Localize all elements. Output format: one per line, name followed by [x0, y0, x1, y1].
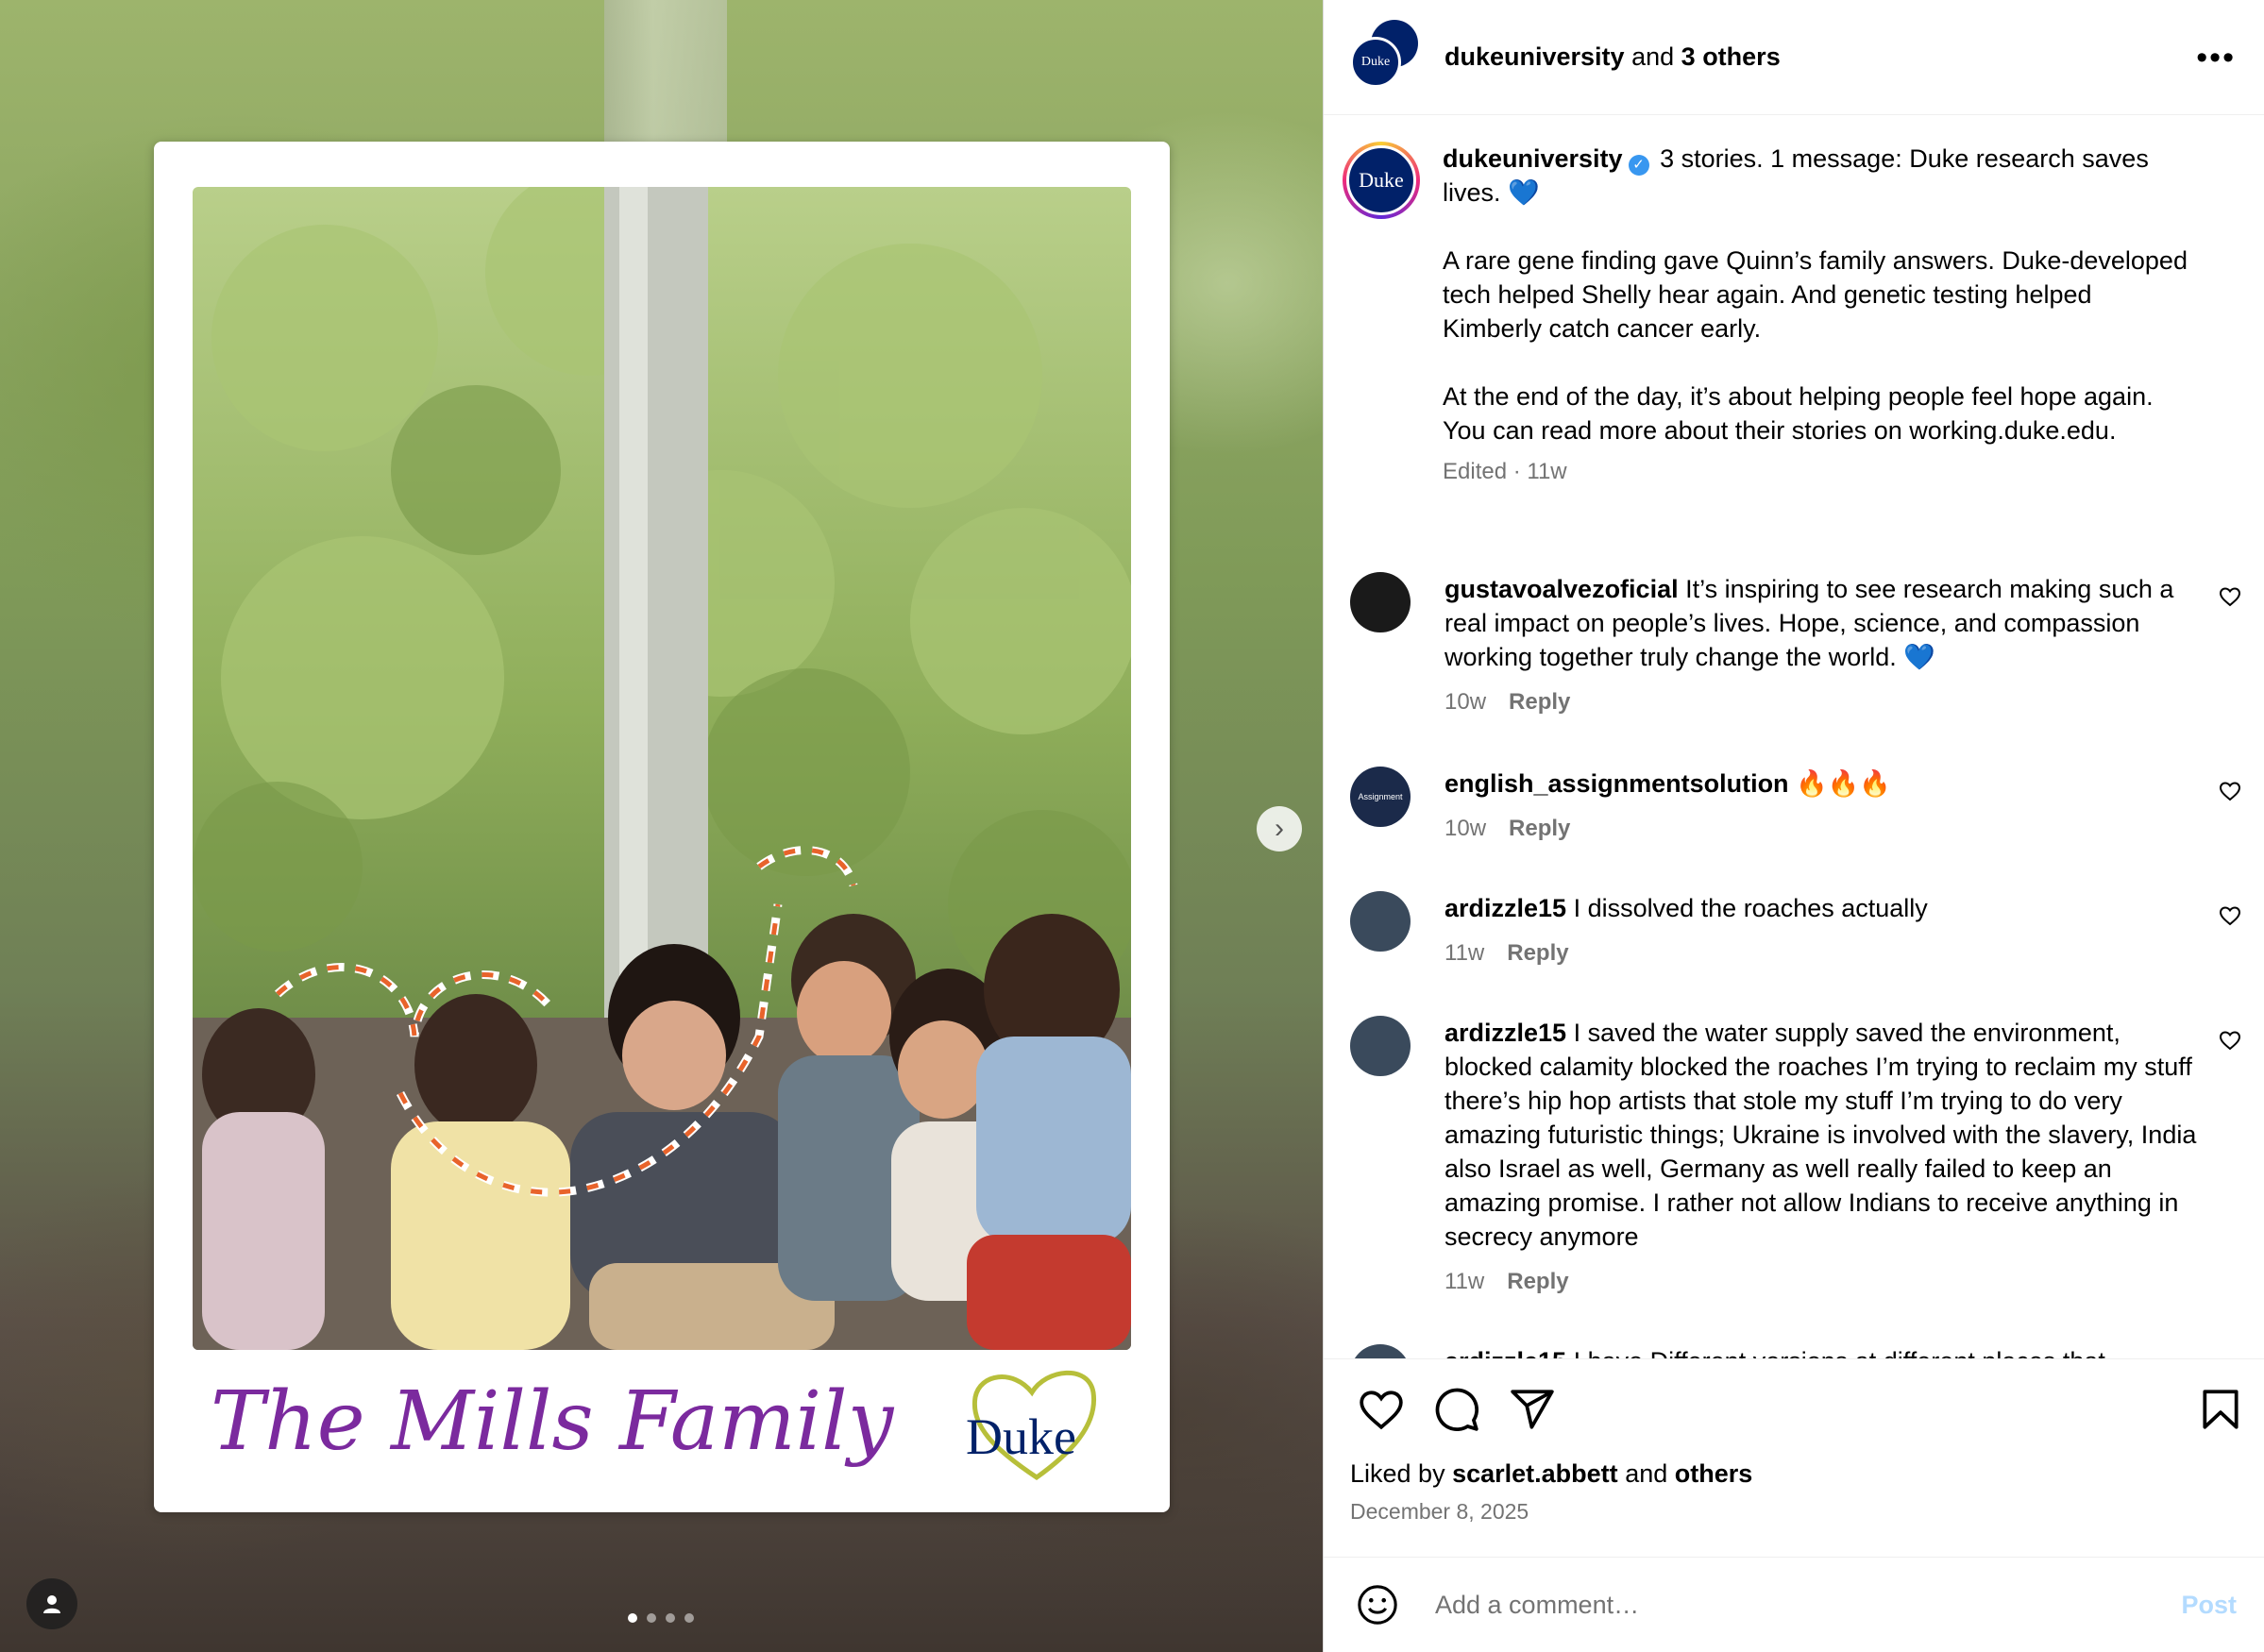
comment-text: I have Different versions at different p…	[1574, 1347, 2105, 1358]
collab-avatars[interactable]: Duke	[1350, 19, 1426, 95]
carousel-dot	[684, 1613, 694, 1623]
send-icon[interactable]	[1509, 1386, 1556, 1433]
header-others[interactable]: 3 others	[1681, 42, 1781, 71]
comment-username[interactable]: english_assignmentsolution	[1445, 769, 1789, 798]
user-tag-icon	[43, 1595, 60, 1613]
avatar[interactable]: Assignment	[1350, 767, 1411, 827]
comment-text: I dissolved the roaches actually	[1573, 894, 1928, 922]
caption-username[interactable]: dukeuniversity	[1443, 144, 1623, 173]
next-slide-button[interactable]: ›	[1257, 806, 1302, 851]
comments-scroll-area[interactable]: Duke dukeuniversity ✓ 3 stories. 1 messag…	[1324, 115, 2264, 1358]
comment-item: Assignment english_assignmentsolution 🔥🔥…	[1350, 767, 2241, 846]
caption-timestamp: Edited · 11w	[1443, 459, 1567, 484]
post-comment-button[interactable]: Post	[2181, 1591, 2237, 1620]
post-header: Duke dukeuniversity and 3 others •••	[1324, 0, 2264, 115]
heart-icon[interactable]	[2219, 780, 2241, 802]
reply-button[interactable]: Reply	[1507, 936, 1568, 970]
reply-button[interactable]: Reply	[1509, 812, 1570, 846]
comment-time: 11w	[1445, 940, 1485, 966]
tagged-users-button[interactable]	[26, 1578, 77, 1629]
more-horizontal-icon: •••	[2196, 39, 2236, 76]
add-comment-bar: Post	[1324, 1557, 2264, 1652]
caption-paragraph: A rare gene finding gave Quinn’s family …	[1443, 246, 2188, 343]
header-and: and	[1631, 42, 1675, 71]
verified-badge-icon: ✓	[1628, 155, 1649, 176]
bookmark-icon[interactable]	[2197, 1386, 2244, 1433]
avatar[interactable]	[1350, 1344, 1411, 1358]
liked-others[interactable]: others	[1675, 1459, 1753, 1488]
emoji-icon[interactable]	[1356, 1583, 1399, 1627]
carousel-dot	[647, 1613, 656, 1623]
caption-avatar[interactable]: Duke	[1343, 142, 1420, 219]
comment-meta: 11w Reply	[1445, 1265, 2200, 1299]
comment-time: 10w	[1445, 816, 1487, 841]
collab-names: dukeuniversity and 3 others	[1445, 42, 2196, 72]
post-caption: Duke dukeuniversity ✓ 3 stories. 1 messag…	[1343, 142, 2238, 489]
avatar[interactable]	[1350, 891, 1411, 952]
handwritten-caption: The Mills Family	[211, 1359, 909, 1492]
carousel-dot	[666, 1613, 675, 1623]
reply-button[interactable]: Reply	[1509, 685, 1570, 719]
comment-username[interactable]: gustavoalvezoficial	[1445, 575, 1679, 603]
carousel-dot	[628, 1613, 637, 1623]
comment-meta: 10w Reply	[1445, 812, 2200, 846]
heart-icon[interactable]	[2219, 585, 2241, 608]
caption-text: The Mills Family	[211, 1374, 895, 1469]
comment-text: I saved the water supply saved the envir…	[1445, 1019, 2197, 1251]
caption-meta: Edited · 11w	[1443, 455, 2190, 489]
comment-meta: 10w Reply	[1445, 685, 2200, 719]
duke-heart-logo: Duke	[956, 1359, 1117, 1492]
comment-username[interactable]: ardizzle15	[1445, 1019, 1566, 1047]
chevron-right-icon: ›	[1275, 813, 1284, 844]
comment-time: 10w	[1445, 689, 1487, 715]
caption-paragraph: At the end of the day, it’s about helpin…	[1443, 382, 2154, 445]
comment-item: gustavoalvezoficial It’s inspiring to se…	[1350, 572, 2241, 719]
liked-and: and	[1625, 1459, 1668, 1488]
reply-button[interactable]: Reply	[1507, 1265, 1568, 1299]
avatar[interactable]	[1350, 572, 1411, 632]
header-username[interactable]: dukeuniversity	[1445, 42, 1625, 71]
instagram-post: The Mills Family Duke › Duke dukeunivers…	[0, 0, 2264, 1652]
comment-item: ardizzle15 I dissolved the roaches actua…	[1350, 891, 2241, 970]
avatar: Duke	[1350, 36, 1401, 88]
avatar: Duke	[1346, 145, 1416, 215]
comment-item: ardizzle15 I have Different versions at …	[1350, 1344, 2238, 1358]
post-date[interactable]: December 8, 2025	[1350, 1499, 1529, 1525]
comment-meta: 11w Reply	[1445, 936, 2200, 970]
liked-by: Liked by scarlet.abbett and others	[1350, 1459, 1752, 1489]
heart-icon[interactable]	[2219, 904, 2241, 927]
comment-username[interactable]: ardizzle15	[1445, 894, 1566, 922]
carousel-indicator	[628, 1613, 694, 1623]
comment-username[interactable]: ardizzle15	[1445, 1347, 1566, 1358]
comment-input[interactable]	[1433, 1589, 2182, 1621]
duke-logo-text: Duke	[966, 1408, 1076, 1465]
family-photo	[193, 187, 1131, 1350]
more-options-button[interactable]: •••	[2196, 42, 2236, 74]
comment-time: 11w	[1445, 1269, 1485, 1294]
liked-user[interactable]: scarlet.abbett	[1452, 1459, 1618, 1488]
heart-icon[interactable]	[2219, 1029, 2241, 1052]
comment-item: ardizzle15 I saved the water supply save…	[1350, 1016, 2241, 1299]
comment-icon[interactable]	[1433, 1386, 1480, 1433]
liked-prefix: Liked by	[1350, 1459, 1445, 1488]
polaroid-frame: The Mills Family Duke	[154, 142, 1170, 1512]
post-side-panel: Duke dukeuniversity and 3 others ••• Duk…	[1323, 0, 2264, 1652]
post-actions: Liked by scarlet.abbett and others Decem…	[1324, 1358, 2264, 1557]
heart-icon[interactable]	[1358, 1386, 1405, 1433]
avatar[interactable]	[1350, 1016, 1411, 1076]
post-media[interactable]: The Mills Family Duke ›	[0, 0, 1323, 1652]
action-icons	[1350, 1386, 2240, 1433]
comment-text: 🔥🔥🔥	[1796, 769, 1891, 798]
